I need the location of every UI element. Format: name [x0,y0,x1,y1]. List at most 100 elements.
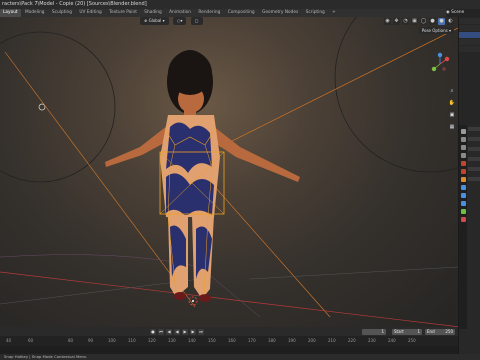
outliner-row-selected[interactable] [459,32,480,38]
view-layer-tab-icon[interactable] [460,153,466,158]
3d-viewport[interactable]: ⊕ Global ▾ ○▾ ▢ ◉ ✥ ◔ ▣ ◯ ● ● ◐ Pose Opt… [0,17,458,327]
navigation-gizmo[interactable] [431,52,450,72]
outliner-row[interactable] [459,25,480,31]
grid-icon[interactable]: ▦ [448,123,456,131]
tab-rendering[interactable]: Rendering [195,9,223,17]
jump-start-icon[interactable]: ⏮ [158,328,164,335]
add-workspace-button[interactable]: + [329,9,339,17]
tab-scripting[interactable]: Scripting [303,9,328,17]
outliner-row[interactable] [459,46,480,52]
tab-shading[interactable]: Shading [141,9,164,17]
ruler-tick: 170 [248,338,256,343]
pose-options-label: Pose Options [421,28,448,33]
jump-end-icon[interactable]: ⏭ [198,328,204,335]
status-bar: Snap Hotkey | Snap Mode Contextual Menu [0,354,480,360]
tab-modeling[interactable]: Modeling [22,9,48,17]
transform-orientation-dropdown[interactable]: ⊕ Global ▾ [140,17,169,25]
outliner[interactable] [459,17,480,125]
ruler-tick: 180 [268,338,276,343]
viewport-canvas [0,17,458,327]
floor-line [249,266,458,280]
modifier-tab-icon[interactable] [460,185,466,190]
tab-layout[interactable]: Layout [0,9,21,17]
world-tab-icon[interactable] [460,169,466,174]
timeline-ruler[interactable]: 40 60 80 90 100 110 120 130 140 150 160 … [0,336,458,346]
physics-tab-icon[interactable] [460,201,466,206]
window-title: racters\Pack 7\Model - Copie (20) [Sourc… [2,1,147,7]
bone-relation-line [214,186,331,318]
snap-toggle[interactable]: ▢ [190,17,203,25]
ruler-tick: 40 [6,338,12,343]
gizmo-toggle-icon[interactable]: ✥ [393,18,400,25]
bone-relation-line [219,27,458,148]
ruler-tick: 120 [148,338,156,343]
next-keyframe-icon[interactable]: ▶ [190,328,196,335]
tab-animation[interactable]: Animation [166,9,194,17]
scene-name: Scene [451,10,465,15]
overlay-toggle-icon[interactable]: ◔ [402,18,409,25]
tool-tab-icon[interactable] [460,129,466,134]
transform-orientation-label: Global [148,18,162,23]
timeline-track[interactable] [0,346,458,354]
record-icon[interactable]: ● [150,328,156,335]
status-text: Snap Hotkey | Snap Mode Contextual Menu [4,354,87,359]
end-label: End [427,328,435,334]
scene-selector[interactable]: ◉ Scene [446,9,480,17]
ground-axis-line [0,271,458,327]
viewport-nav-buttons: ⌕ ✋ ▣ ▦ [448,87,456,131]
current-frame-field[interactable]: 1 [362,328,386,335]
current-frame-value: 1 [381,328,384,334]
object-tab-icon[interactable] [460,177,466,182]
properties-editor[interactable] [468,127,480,327]
ruler-tick: 250 [408,338,416,343]
tab-texture-paint[interactable]: Texture Paint [106,9,140,17]
character-model[interactable] [105,50,300,302]
ruler-tick: 220 [348,338,356,343]
property-row[interactable] [468,147,480,151]
xray-toggle-icon[interactable]: ▣ [411,18,418,25]
property-row[interactable] [468,157,480,161]
material-tab-icon[interactable] [460,217,466,222]
tab-geometry-nodes[interactable]: Geometry Nodes [259,9,301,17]
property-row[interactable] [468,167,480,171]
right-sidebar [458,17,480,360]
property-row[interactable] [468,127,480,131]
rendered-shading-icon[interactable]: ◐ [447,18,454,25]
hand-icon[interactable]: ✋ [448,99,456,107]
material-preview-shading-icon[interactable]: ● [438,18,445,25]
end-frame-field[interactable]: End 250 [425,328,455,335]
tab-uv-editing[interactable]: UV Editing [76,9,104,17]
particles-tab-icon[interactable] [460,193,466,198]
data-tab-icon[interactable] [460,209,466,214]
camera-icon[interactable]: ▣ [448,111,456,119]
property-row[interactable] [468,177,480,181]
tab-compositing[interactable]: Compositing [225,9,258,17]
scene-tab-icon[interactable] [460,161,466,166]
prev-keyframe-icon[interactable]: ◀ [166,328,172,335]
ruler-tick: 230 [368,338,376,343]
wireframe-shading-icon[interactable]: ◯ [420,18,427,25]
outliner-row[interactable] [459,39,480,45]
start-label: Start [394,328,404,334]
light-gizmo-circle [0,31,116,183]
pivot-dropdown[interactable]: ○▾ [172,17,187,25]
tab-sculpting[interactable]: Sculpting [49,9,75,17]
ruler-tick: 110 [128,338,136,343]
zoom-icon[interactable]: ⌕ [448,87,456,95]
play-reverse-icon[interactable]: ◀ [174,328,180,335]
pose-options-dropdown[interactable]: Pose Options ▾ [418,27,454,34]
render-tab-icon[interactable] [460,137,466,142]
ruler-tick: 160 [228,338,236,343]
property-row[interactable] [468,137,480,141]
ruler-tick: 100 [108,338,116,343]
floor-outline [0,254,261,318]
outliner-row[interactable] [459,18,480,24]
solid-shading-icon[interactable]: ● [429,18,436,25]
workspace-tabs: Layout Modeling Sculpting UV Editing Tex… [0,9,480,17]
end-value: 250 [445,328,453,334]
start-frame-field[interactable]: Start 1 [392,328,422,335]
ruler-tick: 140 [188,338,196,343]
output-tab-icon[interactable] [460,145,466,150]
visibility-icon[interactable]: ◉ [384,18,391,25]
play-icon[interactable]: ▶ [182,328,188,335]
